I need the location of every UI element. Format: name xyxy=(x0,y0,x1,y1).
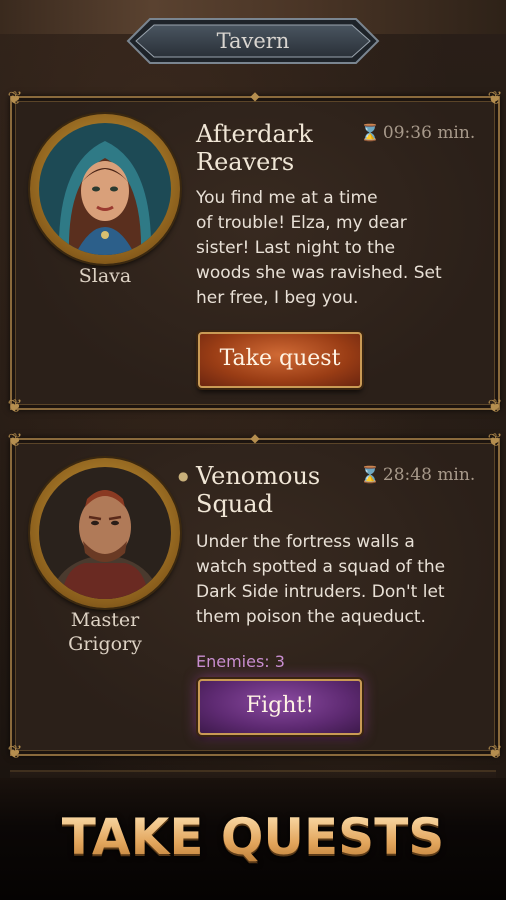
npc-name: Master Grigory xyxy=(20,608,190,656)
portrait-image xyxy=(39,467,171,599)
quest-title-line: Venomous xyxy=(196,462,321,490)
description-line: woods she was ravished. Set xyxy=(196,263,442,283)
ornament-top: ◆ xyxy=(250,89,260,103)
promo-banner-text: TAKE QUESTS xyxy=(0,808,506,866)
description-line: Dark Side intruders. Don't let xyxy=(196,582,445,602)
enemies-count: Enemies: 3 xyxy=(196,652,285,671)
take-quest-button[interactable]: Take quest xyxy=(198,332,362,388)
ornament-corner: ❦ xyxy=(487,430,503,451)
description-line: Under the fortress walls a xyxy=(196,532,415,552)
npc-portrait-slava[interactable] xyxy=(30,114,180,264)
description-line: sister! Last night to the xyxy=(196,238,396,258)
quest-card-2: ❦ ❦ ❦ ❦ ◆ Master Grigory ● Venomous Squa… xyxy=(7,430,502,763)
ornament-top: ◆ xyxy=(250,431,260,445)
portrait-image xyxy=(39,123,171,255)
ornament-corner: ❦ xyxy=(7,88,23,109)
description-line: You find me at a time xyxy=(196,188,378,208)
description-line: of trouble! Elza, my dear xyxy=(196,213,407,233)
ornament-corner: ❦ xyxy=(487,88,503,109)
page-title: Tavern xyxy=(216,29,290,53)
fight-button[interactable]: Fight! xyxy=(198,679,362,735)
description-line: her free, I beg you. xyxy=(196,288,359,308)
timer-value: 09:36 min. xyxy=(382,123,476,143)
description-line: them poison the aqueduct. xyxy=(196,607,426,627)
hourglass-icon: ⌛ xyxy=(360,123,380,142)
quest-timer: ⌛ 28:48 min. xyxy=(360,465,475,485)
quest-title-line: Afterdark xyxy=(196,120,313,148)
ornament-corner: ❦ xyxy=(7,430,23,451)
ornament-corner: ❦ xyxy=(7,396,23,417)
npc-name-line: Grigory xyxy=(68,633,142,655)
hourglass-icon: ⌛ xyxy=(360,465,380,484)
quest-title: Afterdark Reavers xyxy=(196,120,313,176)
tavern-title-plate: Tavern xyxy=(120,16,386,66)
quest-description: Under the fortress walls a watch spotted… xyxy=(196,530,488,630)
ornament-corner: ❦ xyxy=(487,396,503,417)
quest-title: Venomous Squad xyxy=(196,462,320,518)
npc-portrait-grigory[interactable] xyxy=(30,458,180,608)
quest-title-line: Reavers xyxy=(196,148,295,176)
quest-card-1: ❦ ❦ ❦ ❦ ◆ Slava Afterdark Reavers ⌛ 09:36… xyxy=(7,88,502,417)
ornament-corner: ❦ xyxy=(7,742,23,763)
description-line: watch spotted a squad of the xyxy=(196,557,446,577)
quest-description: You find me at a time of trouble! Elza, … xyxy=(196,186,488,311)
quest-title-line: Squad xyxy=(196,490,273,518)
ornament-corner: ❦ xyxy=(487,742,503,763)
quest-timer: ⌛ 09:36 min. xyxy=(360,123,475,143)
npc-name: Slava xyxy=(78,265,132,287)
timer-value: 28:48 min. xyxy=(382,465,476,485)
skull-icon: ● xyxy=(178,469,189,483)
npc-name-line: Master xyxy=(70,609,140,631)
